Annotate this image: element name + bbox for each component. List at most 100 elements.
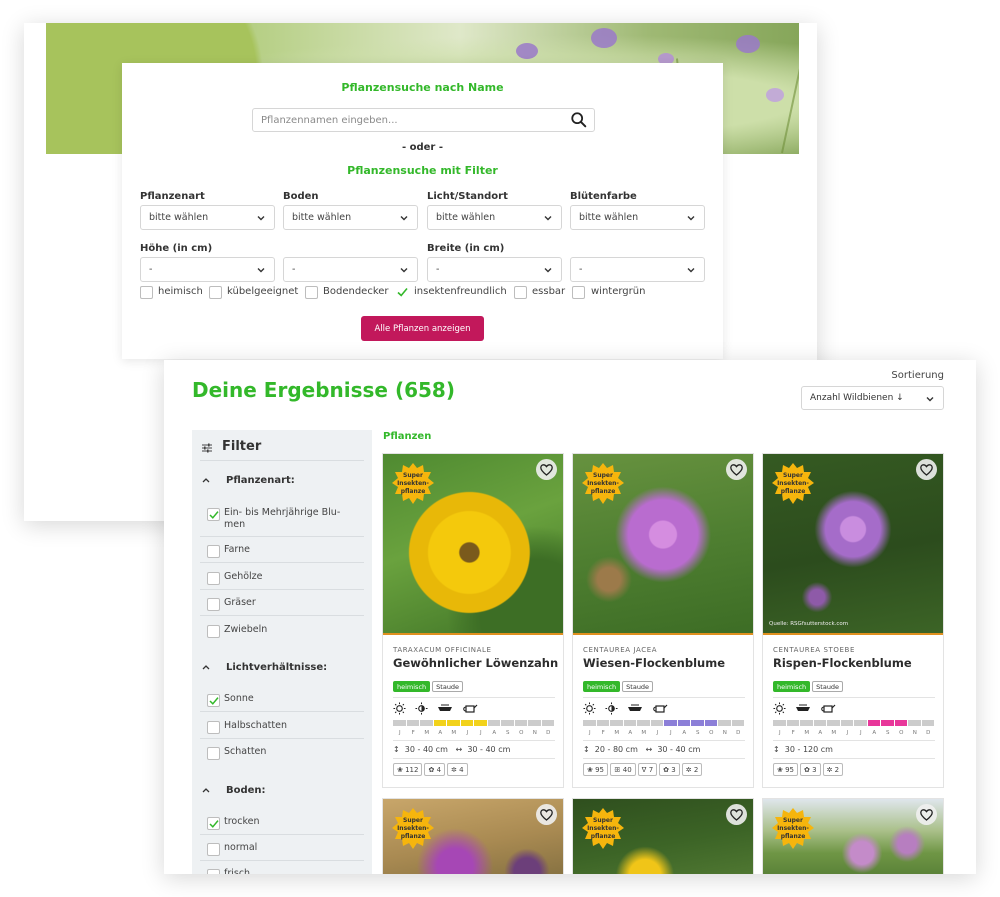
wild-bee-count: ❀ 95 bbox=[583, 763, 609, 776]
plant-photo[interactable]: Super Insekten- pflanze bbox=[763, 799, 943, 874]
bluetenfarbe-select[interactable]: bitte wählen bbox=[570, 205, 705, 230]
sidebar-option-graeser[interactable]: Gräser bbox=[207, 597, 363, 611]
sort-value: Anzahl Wildbienen ↓ bbox=[810, 393, 904, 403]
badge-line: pflanze bbox=[401, 488, 426, 495]
height-value: 20 - 80 cm bbox=[594, 745, 638, 754]
heimisch-checkbox[interactable] bbox=[140, 286, 153, 299]
width-min-select[interactable]: - bbox=[427, 257, 562, 282]
favorite-button[interactable] bbox=[536, 459, 557, 480]
sidebar-option-schatten[interactable]: Schatten bbox=[207, 746, 363, 760]
checkbox[interactable] bbox=[207, 721, 220, 734]
favorite-button[interactable] bbox=[536, 804, 557, 825]
select-value: bitte wählen bbox=[149, 212, 209, 223]
sidebar-option-gehoelze[interactable]: Gehölze bbox=[207, 571, 363, 585]
super-insect-plant-badge: Super Insekten- pflanze bbox=[772, 463, 814, 504]
chevron-up-icon[interactable] bbox=[202, 664, 210, 670]
insect-stats: ❀ 112 ✿ 4 ✲ 4 bbox=[393, 763, 470, 777]
sort-select[interactable]: Anzahl Wildbienen ↓ bbox=[801, 386, 944, 410]
favorite-button[interactable] bbox=[726, 804, 747, 825]
plant-card-loewenzahn[interactable]: Super Insekten- pflanze TARAXACUM OFFICI… bbox=[382, 453, 564, 788]
sidebar-option-halbschatten[interactable]: Halbschatten bbox=[207, 720, 363, 734]
month-letter: S bbox=[696, 730, 700, 736]
checkbox[interactable] bbox=[207, 625, 220, 638]
other-insect-count: ✲ 2 bbox=[681, 763, 703, 776]
checkbox[interactable] bbox=[207, 694, 220, 707]
sidebar-option-frisch[interactable]: frisch bbox=[207, 868, 363, 874]
chevron-up-icon[interactable] bbox=[202, 477, 210, 483]
checkbox[interactable] bbox=[207, 747, 220, 760]
divider bbox=[583, 697, 745, 698]
heart-icon bbox=[730, 809, 743, 821]
checkbox[interactable] bbox=[207, 545, 220, 558]
checkbox[interactable] bbox=[207, 508, 220, 521]
option-label: Schatten bbox=[224, 746, 267, 757]
care-icons bbox=[583, 702, 672, 715]
height-label: Höhe (in cm) bbox=[140, 243, 213, 254]
beetle-count: ✿ 3 bbox=[659, 763, 680, 776]
option-label: trocken bbox=[224, 816, 260, 827]
search-icon[interactable] bbox=[570, 111, 588, 129]
favorite-button[interactable] bbox=[726, 459, 747, 480]
height-min-select[interactable]: - bbox=[140, 257, 275, 282]
bloom-month-cell bbox=[718, 720, 731, 726]
plant-name-input[interactable] bbox=[252, 108, 595, 132]
plant-photo[interactable]: Super Insekten- pflanze bbox=[573, 454, 753, 635]
plant-card-row2-1[interactable]: Super Insekten- pflanze bbox=[382, 798, 564, 874]
checkbox[interactable] bbox=[207, 869, 220, 874]
plant-name[interactable]: Wiesen-Flockenblume bbox=[583, 656, 725, 670]
option-label: normal bbox=[224, 842, 258, 853]
divider bbox=[200, 589, 364, 590]
sidebar-option-zwiebeln[interactable]: Zwiebeln bbox=[207, 624, 363, 638]
plant-name[interactable]: Gewöhnlicher Löwenzahn bbox=[393, 656, 558, 670]
check-icon bbox=[209, 820, 219, 828]
sidebar-option-ein-bis-mehrjaehrige[interactable]: Ein- bis Mehrjährige Blu-men bbox=[207, 507, 363, 531]
checkbox[interactable] bbox=[207, 843, 220, 856]
licht-select[interactable]: bitte wählen bbox=[427, 205, 562, 230]
favorite-button[interactable] bbox=[916, 459, 937, 480]
sidebar-option-trocken[interactable]: trocken bbox=[207, 816, 363, 830]
month-letter: M bbox=[641, 730, 647, 736]
chevron-up-icon[interactable] bbox=[202, 787, 210, 793]
sidebar-option-normal[interactable]: normal bbox=[207, 842, 363, 856]
boden-select[interactable]: bitte wählen bbox=[283, 205, 418, 230]
badge-line: Insekten- bbox=[397, 825, 429, 832]
bodendecker-checkbox[interactable] bbox=[305, 286, 318, 299]
chevron-down-icon bbox=[257, 216, 265, 221]
care-icons bbox=[773, 702, 840, 715]
kuebelgeeignet-checkbox[interactable] bbox=[209, 286, 222, 299]
wintergruen-checkbox[interactable] bbox=[572, 286, 585, 299]
super-insect-plant-badge: Super Insekten- pflanze bbox=[772, 808, 814, 849]
width-max-select[interactable]: - bbox=[570, 257, 705, 282]
plant-card-wiesen-flockenblume[interactable]: Super Insekten- pflanze CENTAUREA JACEA … bbox=[572, 453, 754, 788]
plant-card-rispen-flockenblume[interactable]: Super Insekten- pflanze Quelle: RSGfsutt… bbox=[762, 453, 944, 788]
plant-card-row2-2[interactable]: Super Insekten- pflanze bbox=[572, 798, 754, 874]
checkbox[interactable] bbox=[207, 598, 220, 611]
essbar-checkbox[interactable] bbox=[514, 286, 527, 299]
insect-stats: ❀ 95 ✿ 3 ✲ 2 bbox=[773, 763, 845, 777]
plant-photo[interactable]: Super Insekten- pflanze bbox=[383, 799, 563, 874]
sidebar-option-sonne[interactable]: Sonne bbox=[207, 693, 363, 707]
plant-photo[interactable]: Super Insekten- pflanze bbox=[573, 799, 753, 874]
badge-line: pflanze bbox=[591, 488, 616, 495]
plant-card-row2-3[interactable]: Super Insekten- pflanze bbox=[762, 798, 944, 874]
caterpillar-count: ᐁ 7 bbox=[637, 763, 658, 776]
pflanzenart-select[interactable]: bitte wählen bbox=[140, 205, 275, 230]
checkbox[interactable] bbox=[207, 817, 220, 830]
check-icon bbox=[209, 511, 219, 519]
name-search-title: Pflanzensuche nach Name bbox=[341, 81, 504, 94]
month-letter: F bbox=[601, 730, 605, 736]
plant-name[interactable]: Rispen-Flockenblume bbox=[773, 656, 912, 670]
height-max-select[interactable]: - bbox=[283, 257, 418, 282]
width-arrow-icon: ↔ bbox=[455, 745, 463, 754]
checkbox[interactable] bbox=[207, 572, 220, 585]
month-letter: O bbox=[519, 730, 524, 736]
insektenfreundlich-checkbox[interactable] bbox=[396, 286, 409, 299]
month-letter: A bbox=[438, 730, 443, 736]
plant-photo[interactable]: Super Insekten- pflanze bbox=[383, 454, 563, 635]
bloom-month-cell bbox=[487, 720, 501, 726]
show-all-plants-button[interactable]: Alle Pflanzen anzeigen bbox=[361, 316, 484, 341]
sidebar-option-farne[interactable]: Farne bbox=[207, 544, 363, 558]
favorite-button[interactable] bbox=[916, 804, 937, 825]
plant-photo[interactable]: Super Insekten- pflanze Quelle: RSGfsutt… bbox=[763, 454, 943, 635]
select-value: - bbox=[292, 264, 296, 275]
